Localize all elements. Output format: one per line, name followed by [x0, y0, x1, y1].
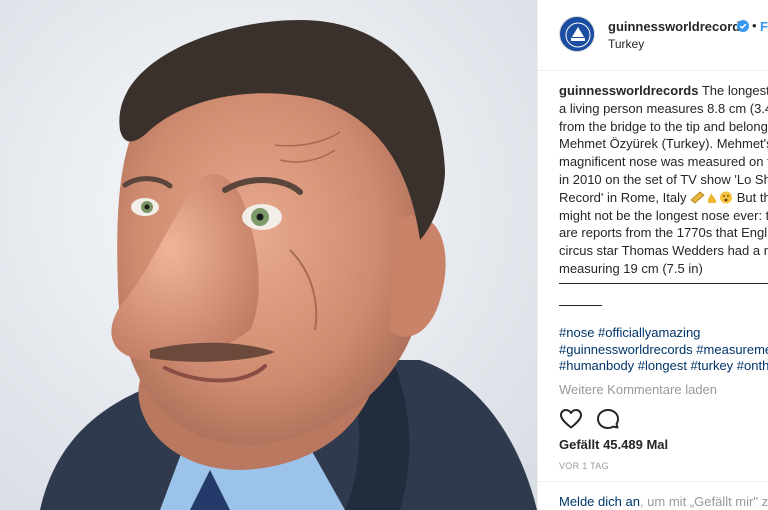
- post-sidebar: guinnessworldrecords • Folgen Turkey gui…: [537, 0, 768, 510]
- hashtag-line[interactable]: #humanbody #longest #turkey #onthisday: [559, 358, 768, 375]
- caption-username[interactable]: guinnessworldrecords: [559, 83, 698, 98]
- caption-line: measuring 19 cm (7.5 in): [559, 260, 703, 276]
- comment-bubble-icon[interactable]: [596, 407, 620, 431]
- login-link[interactable]: Melde dich an: [559, 494, 640, 509]
- login-prompt: Melde dich an, um mit „Gefällt mir" zu: [559, 494, 768, 509]
- post-username[interactable]: guinnessworldrecords: [608, 19, 747, 34]
- hashtag-line[interactable]: #guinnessworldrecords #measurement: [559, 342, 768, 359]
- load-more-comments[interactable]: Weitere Kommentare laden: [559, 382, 717, 397]
- caption-line: But this: [736, 189, 768, 205]
- post-header: guinnessworldrecords • Folgen Turkey: [538, 0, 768, 71]
- post-timestamp[interactable]: VOR 1 TAG: [559, 461, 609, 471]
- post-location[interactable]: Turkey: [608, 37, 644, 51]
- caption-line: from the bridge to the tip and belongs t…: [559, 118, 768, 134]
- guinness-logo-icon: [561, 18, 594, 51]
- caption-divider-short: [559, 305, 602, 306]
- like-count[interactable]: Gefällt 45.489 Mal: [559, 437, 668, 452]
- follow-button[interactable]: Folgen: [760, 19, 768, 34]
- login-divider: [538, 481, 768, 482]
- caption-line: Record' in Rome, Italy: [559, 189, 687, 205]
- post-photo[interactable]: [0, 0, 537, 510]
- heart-outline-icon[interactable]: [559, 407, 583, 431]
- caption-line: The longest nose on: [701, 83, 768, 98]
- ruler-emoji-icon: [690, 191, 705, 204]
- caption-line: might not be the longest nose ever: ther…: [559, 207, 768, 223]
- caption-divider: [559, 283, 768, 284]
- surprised-emoji-icon: [720, 191, 733, 204]
- caption-line: Mehmet Özyürek (Turkey). Mehmet's: [559, 136, 768, 152]
- nose-emoji-icon: [707, 192, 717, 203]
- caption-line: are reports from the 1770s that English: [559, 225, 768, 241]
- post-caption: guinnessworldrecords The longest nose on…: [559, 82, 768, 278]
- avatar[interactable]: [559, 16, 595, 52]
- verified-badge-icon: [737, 20, 749, 32]
- caption-line: circus star Thomas Wedders had a nose: [559, 243, 768, 259]
- caption-line: a living person measures 8.8 cm (3.46 in…: [559, 100, 768, 116]
- separator-dot: •: [752, 18, 757, 33]
- caption-line: in 2010 on the set of TV show 'Lo Show d…: [559, 171, 768, 187]
- hashtag-line[interactable]: #nose #officiallyamazing: [559, 325, 768, 342]
- caption-line: magnificent nose was measured on the 18: [559, 154, 768, 170]
- hashtags: #nose #officiallyamazing #guinnessworldr…: [559, 325, 768, 375]
- login-prompt-text: , um mit „Gefällt mir" zu: [639, 494, 768, 509]
